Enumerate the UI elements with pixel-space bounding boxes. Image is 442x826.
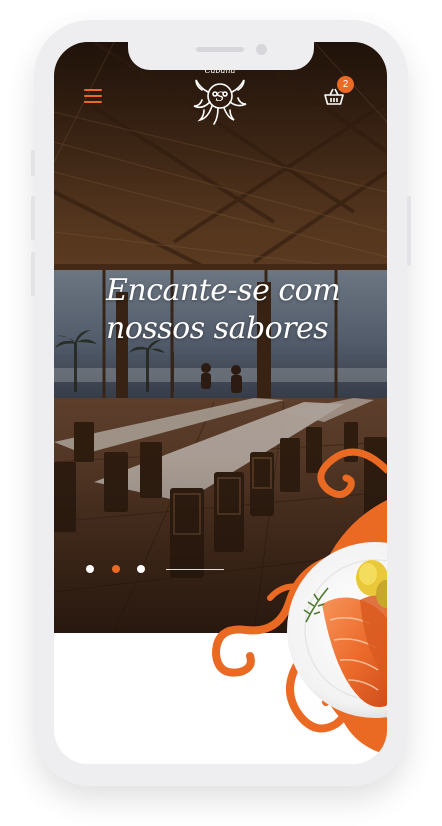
hamburger-icon-bar <box>84 89 102 91</box>
phone-screen <box>54 42 387 764</box>
menu-button[interactable] <box>84 89 102 104</box>
svg-text:S: S <box>216 90 225 105</box>
phone-volume-down <box>31 252 35 296</box>
phone-power-button <box>407 196 411 266</box>
phone-mute-switch <box>31 150 35 176</box>
hero-headline-line-1: Encante-se com <box>106 273 341 308</box>
slider-dot-1[interactable] <box>86 565 94 573</box>
brand-logo[interactable]: Cabana S <box>188 66 252 128</box>
slider-pagination <box>86 565 226 575</box>
octopus-logo-icon: S <box>193 79 247 125</box>
phone-speaker <box>196 47 244 52</box>
cart-count-badge: 2 <box>337 76 354 93</box>
slider-dot-3[interactable] <box>137 565 145 573</box>
hero-headline-line-2: nossos sabores <box>106 311 329 346</box>
phone-volume-up <box>31 196 35 240</box>
hamburger-icon-bar <box>84 101 102 103</box>
hamburger-icon-bar <box>84 95 102 97</box>
hero-headline: Encante-se com nossos sabores <box>106 272 376 348</box>
phone-camera <box>256 44 267 55</box>
slider-dot-2[interactable] <box>112 565 120 573</box>
slider-progress-line <box>166 569 224 570</box>
